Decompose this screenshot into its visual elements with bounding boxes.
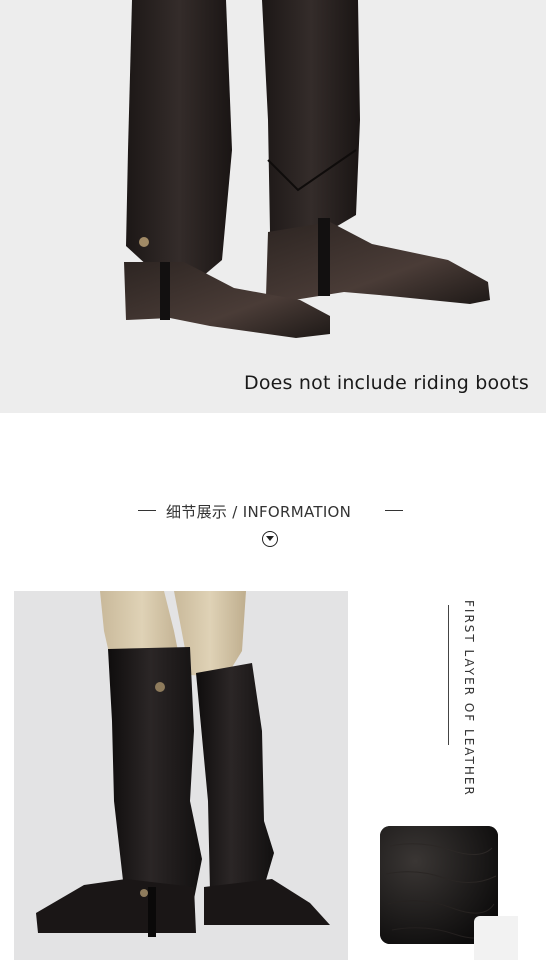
hero-image: Does not include riding boots	[0, 0, 546, 413]
hero-caption: Does not include riding boots	[244, 372, 529, 394]
section-title-en: INFORMATION	[242, 503, 352, 521]
hero-boots-illustration	[124, 0, 490, 338]
chevron-down-circle-icon	[262, 531, 278, 547]
side-divider-line	[448, 605, 449, 745]
section-title-separator: /	[232, 503, 238, 521]
rider-legs-illustration	[36, 591, 330, 937]
corner-tab	[474, 916, 518, 960]
header-dash-right	[385, 510, 403, 511]
section-header: 细节展示 / INFORMATION	[0, 500, 546, 524]
header-dash-left	[138, 510, 156, 511]
detail-image	[14, 591, 348, 960]
section-title: 细节展示 / INFORMATION	[166, 501, 351, 522]
side-label: FIRST LAYER OF LEATHER	[462, 600, 476, 797]
section-title-cn: 细节展示	[166, 503, 228, 521]
